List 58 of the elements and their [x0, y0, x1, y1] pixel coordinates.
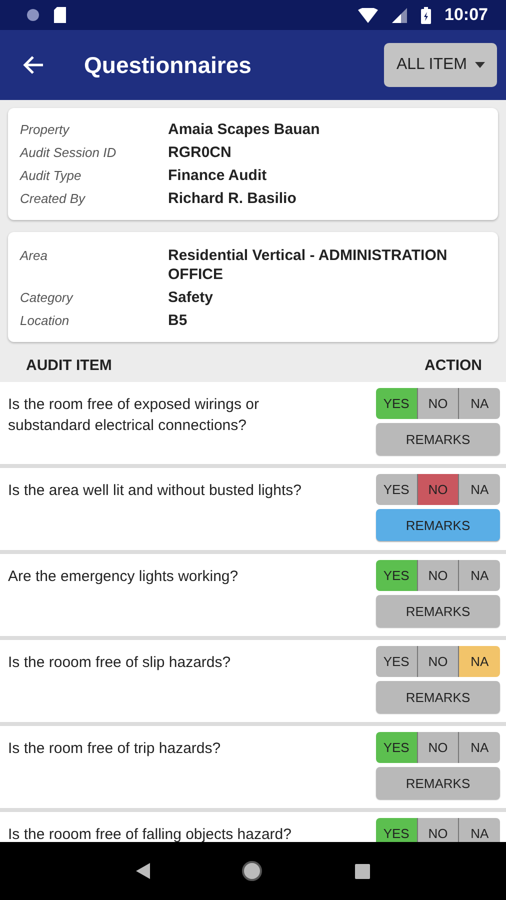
- question-text: Is the room free of trip hazards?: [8, 739, 222, 759]
- question-text: Are the emergency lights working?: [8, 567, 240, 587]
- answer-option[interactable]: NA: [459, 388, 500, 419]
- answer-option[interactable]: NO: [418, 560, 460, 591]
- question-text: Is the room free of exposed wirings or substandard electrical connections?: [8, 395, 260, 436]
- field-value: Richard R. Basilio: [168, 189, 298, 208]
- field-label: Audit Type: [20, 167, 82, 185]
- back-icon[interactable]: [136, 863, 150, 879]
- answer-option[interactable]: NO: [418, 388, 460, 419]
- field-value: Residential Vertical - ADMINISTRATION OFFICE: [168, 246, 448, 284]
- answer-option[interactable]: YES: [376, 732, 418, 763]
- answer-option[interactable]: NA: [459, 646, 500, 677]
- field-label: Area: [20, 247, 48, 265]
- back-arrow-icon[interactable]: [22, 55, 44, 75]
- answer-option[interactable]: NO: [418, 646, 460, 677]
- answer-option[interactable]: YES: [376, 560, 418, 591]
- recents-icon[interactable]: [355, 864, 370, 878]
- filter-dropdown[interactable]: ALL ITEM: [384, 43, 497, 87]
- field-value: B5: [168, 311, 188, 330]
- remarks-button[interactable]: REMARKS: [376, 767, 500, 799]
- answer-option[interactable]: YES: [376, 818, 418, 842]
- question-text: Is the rooom free of slip hazards?: [8, 653, 232, 673]
- answer-option[interactable]: YES: [376, 388, 418, 419]
- screen-title: Questionnaires: [84, 52, 252, 78]
- wifi-icon: [358, 8, 378, 22]
- battery-icon: [420, 6, 431, 24]
- column-header: AUDIT ITEM: [26, 356, 112, 374]
- column-header: ACTION: [424, 356, 482, 374]
- field-label: Audit Session ID: [20, 144, 118, 162]
- answer-option[interactable]: YES: [376, 646, 418, 677]
- answer-option[interactable]: NO: [418, 818, 460, 842]
- remarks-button[interactable]: REMARKS: [376, 681, 500, 713]
- question-text: Is the area well lit and without busted lights?: [8, 481, 303, 501]
- answer-option[interactable]: NA: [459, 560, 500, 591]
- answer-option[interactable]: NO: [418, 732, 460, 763]
- field-value: Finance Audit: [168, 166, 268, 185]
- answer-option[interactable]: NO: [418, 474, 460, 505]
- caret-icon: [475, 62, 485, 68]
- answer-option[interactable]: NA: [459, 474, 500, 505]
- field-value: Safety: [168, 288, 214, 307]
- field-label: Location: [20, 312, 70, 330]
- field-label: Category: [20, 289, 74, 307]
- clock: 10:07: [444, 5, 488, 25]
- sd-card-icon: [54, 7, 66, 23]
- answer-option[interactable]: NA: [459, 732, 500, 763]
- remarks-button[interactable]: REMARKS: [376, 423, 500, 455]
- answer-option[interactable]: NA: [459, 818, 500, 842]
- remarks-button[interactable]: REMARKS: [376, 509, 500, 541]
- home-icon[interactable]: [241, 860, 264, 882]
- question-text: Is the rooom free of falling objects hazard?: [8, 825, 292, 842]
- field-value: Amaia Scapes Bauan: [168, 120, 321, 139]
- remarks-button[interactable]: REMARKS: [376, 595, 500, 627]
- notification-dot-icon: [26, 8, 40, 22]
- field-label: Property: [20, 121, 71, 139]
- field-label: Created By: [20, 190, 86, 208]
- answer-option[interactable]: YES: [376, 474, 418, 505]
- field-value: RGR0CN: [168, 143, 232, 162]
- signal-icon: [392, 8, 407, 22]
